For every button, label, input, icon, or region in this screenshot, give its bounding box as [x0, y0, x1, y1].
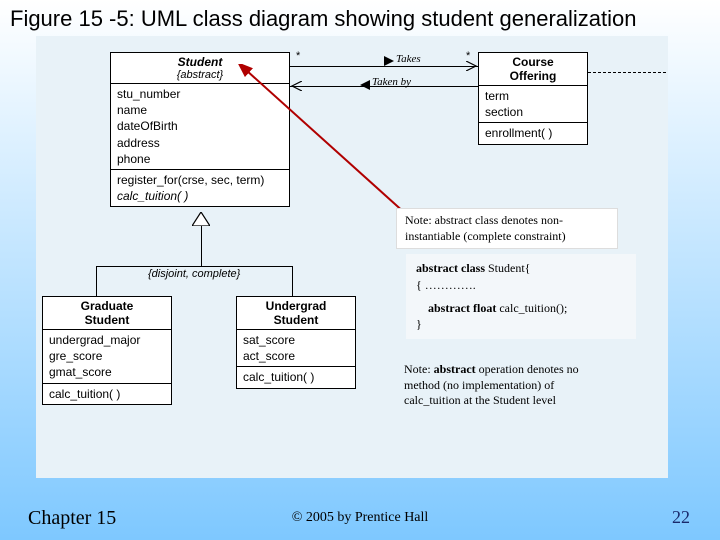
class-course-ops: enrollment( ) — [479, 123, 587, 143]
class-course-name: Course Offering — [485, 55, 581, 83]
mult-student: * — [296, 50, 300, 62]
class-grad-attrs: undergrad_major gre_score gmat_score — [43, 330, 171, 384]
mult-course: * — [466, 50, 470, 62]
gen-line-cross — [96, 266, 292, 267]
class-ugrad-ops: calc_tuition( ) — [237, 367, 355, 387]
diagram-canvas: Student {abstract} stu_number name dateO… — [36, 36, 668, 478]
gen-line-ugrad — [292, 266, 293, 296]
note-abstract-operation: Note: abstract operation denotes no meth… — [396, 358, 624, 413]
class-graduate-student: Graduate Student undergrad_major gre_sco… — [42, 296, 172, 405]
class-grad-name: Graduate Student — [49, 299, 165, 327]
class-course-offering: Course Offering term section enrollment(… — [478, 52, 588, 145]
dashed-line-right — [588, 72, 666, 73]
footer-copyright: © 2005 by Prentice Hall — [0, 510, 720, 526]
generalization-triangle — [192, 212, 208, 226]
class-grad-ops: calc_tuition( ) — [43, 384, 171, 404]
footer-page: 22 — [672, 507, 690, 528]
class-ugrad-attrs: sat_score act_score — [237, 330, 355, 367]
note-abstract-class: Note: abstract class denotes non- instan… — [396, 208, 618, 249]
gen-constraint: {disjoint, complete} — [148, 268, 240, 280]
gen-line-top — [201, 226, 202, 266]
figure-title: Figure 15 -5: UML class diagram showing … — [0, 0, 720, 38]
red-arrow — [236, 64, 436, 224]
code-abstract-student: abstract class Student{ { …………. xxabstra… — [406, 254, 636, 339]
class-course-attrs: term section — [479, 86, 587, 123]
class-undergrad-student: Undergrad Student sat_score act_score ca… — [236, 296, 356, 389]
gen-line-grad — [96, 266, 97, 296]
arrow-takes — [466, 61, 476, 71]
class-ugrad-name: Undergrad Student — [243, 299, 349, 327]
